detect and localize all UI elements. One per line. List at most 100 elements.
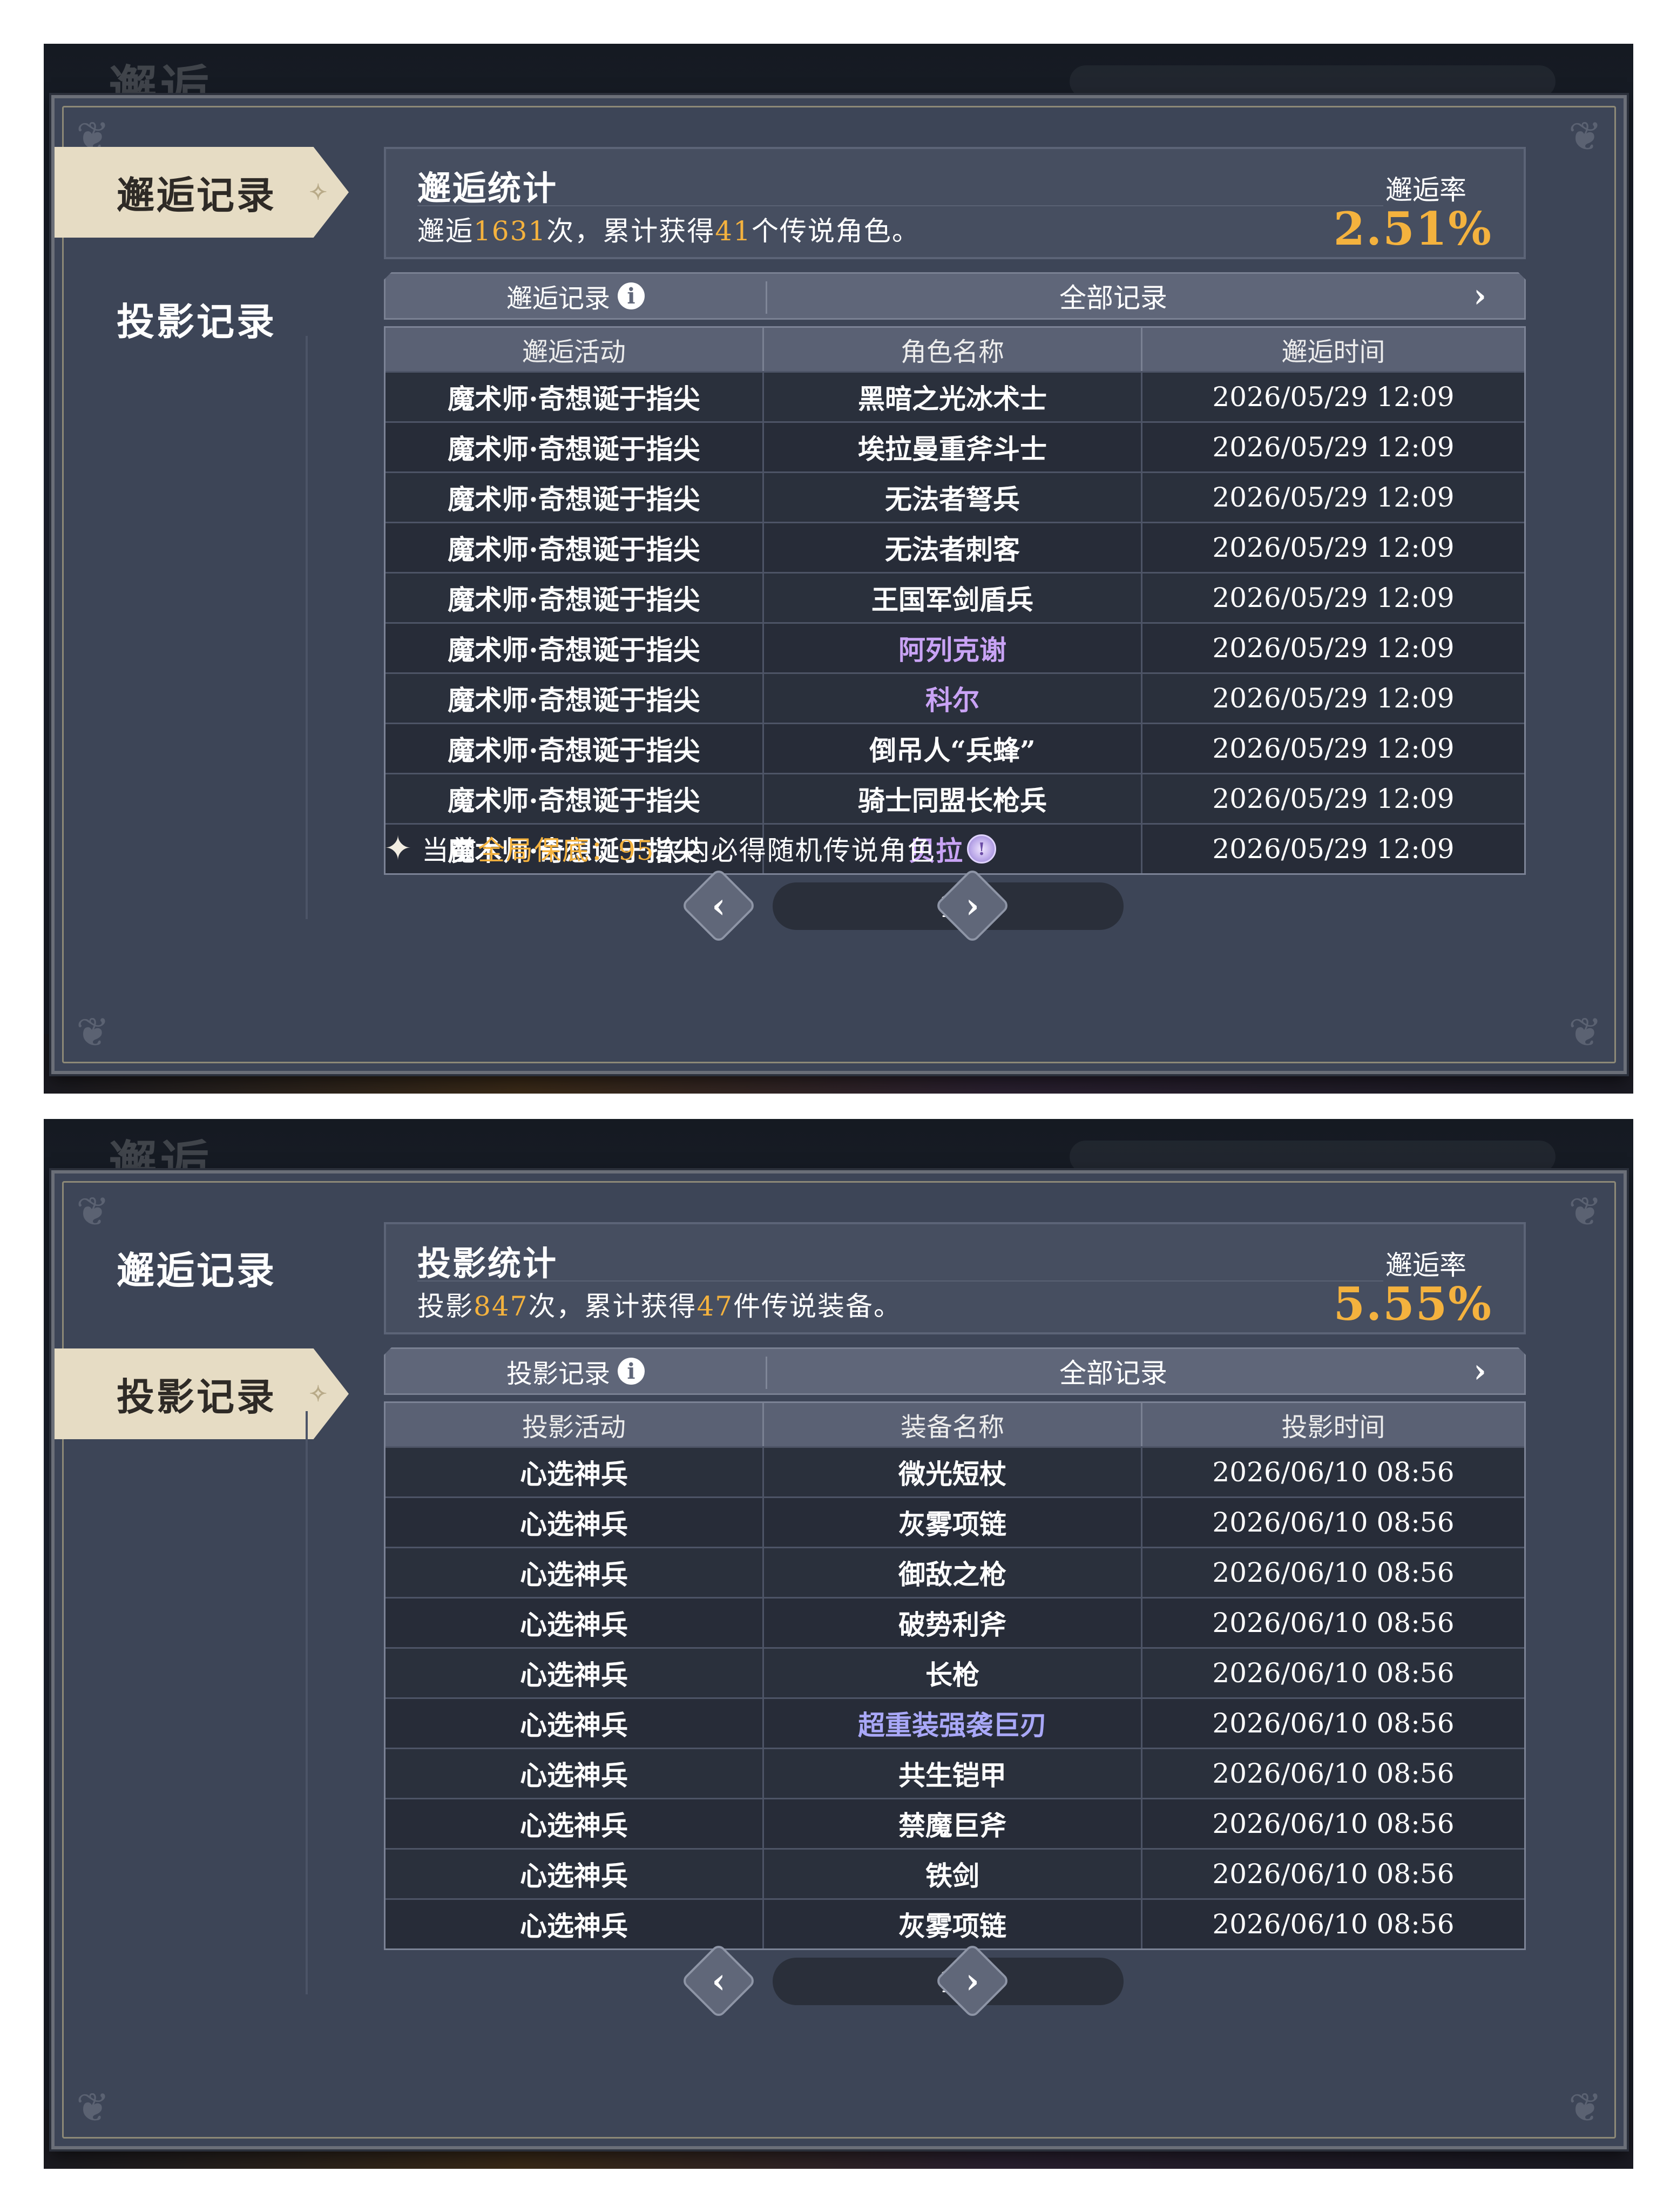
time-cell: 2026/05/29 12:09	[1142, 574, 1524, 622]
time-cell: 2026/06/10 08:56	[1142, 1548, 1524, 1597]
record-filter-bar[interactable]: 邂逅记录 i 全部记录 ›	[384, 272, 1526, 320]
time-cell: 2026/05/29 12:09	[1142, 774, 1524, 823]
column-header: 装备名称	[764, 1403, 1142, 1446]
table-row: 心选神兵 破势利斧 2026/06/10 08:56	[386, 1597, 1524, 1647]
pity-notice: ✦ 当前全局保底：95次内必得随机传说角色	[384, 828, 936, 868]
cell-text: 破势利斧	[898, 1609, 1006, 1641]
activity-cell: 魔术师·奇想诞于指尖	[386, 624, 764, 672]
prev-page-button[interactable]: ‹	[680, 867, 757, 944]
name-cell: 微光短杖	[764, 1448, 1142, 1496]
cell-text: 魔术师·奇想诞于指尖	[448, 433, 700, 465]
activity-cell: 心选神兵	[386, 1649, 764, 1697]
cell-text: 2026/06/10 08:56	[1212, 1557, 1455, 1588]
summary-suffix: 件传说装备。	[733, 1291, 902, 1322]
table-row: 心选神兵 超重装强袭巨刃 2026/06/10 08:56	[386, 1697, 1524, 1748]
activity-cell: 魔术师·奇想诞于指尖	[386, 674, 764, 723]
table-header: 邂逅活动 角色名称 邂逅时间	[386, 328, 1524, 371]
rate-value: 2.51%	[1333, 202, 1492, 255]
table-row: 魔术师·奇想诞于指尖 无法者弩兵 2026/05/29 12:09	[386, 471, 1524, 522]
screenshot-projection: 邂逅 ❦ ❦ ❦ ❦ 邂逅记录 投影记录 ✧ 投影统计 投影847次，累计获得4…	[44, 1119, 1633, 2169]
corner-ornament-icon: ❦	[1568, 113, 1602, 160]
cell-text: 2026/06/10 08:56	[1212, 1908, 1455, 1940]
record-filter-bar[interactable]: 投影记录 i 全部记录 ›	[384, 1347, 1526, 1395]
name-cell: 黑暗之光冰术士	[764, 373, 1142, 421]
tab-encounter-record[interactable]: 邂逅记录 ✧	[55, 147, 349, 238]
cell-text: 骑士同盟长枪兵	[858, 785, 1047, 817]
time-cell: 2026/06/10 08:56	[1142, 1498, 1524, 1547]
table-row: 心选神兵 铁剑 2026/06/10 08:56	[386, 1848, 1524, 1898]
next-page-button[interactable]: ›	[934, 1943, 1011, 2019]
activity-cell: 魔术师·奇想诞于指尖	[386, 423, 764, 471]
chevron-left-icon: ‹	[712, 1960, 726, 2001]
cell-text: 共生铠甲	[898, 1759, 1006, 1791]
table-row: 魔术师·奇想诞于指尖 科尔 2026/05/29 12:09	[386, 672, 1524, 723]
time-cell: 2026/06/10 08:56	[1142, 1448, 1524, 1496]
chevron-right-icon: ›	[965, 1960, 979, 2001]
tab-projection-record[interactable]: 投影记录 ✧	[55, 1348, 349, 1439]
filter-dropdown[interactable]: 全部记录	[767, 1349, 1459, 1393]
time-cell: 2026/06/10 08:56	[1142, 1699, 1524, 1748]
cell-text: 黑暗之光冰术士	[858, 383, 1047, 415]
tab-projection-record[interactable]: 投影记录	[55, 273, 349, 364]
cell-text: 倒吊人“兵蜂”	[869, 734, 1036, 766]
stats-title: 邂逅统计	[417, 168, 558, 208]
name-cell: 倒吊人“兵蜂”	[764, 724, 1142, 773]
activity-cell: 心选神兵	[386, 1448, 764, 1496]
time-cell: 2026/05/29 12:09	[1142, 523, 1524, 572]
cell-text: 超重装强袭巨刃	[858, 1709, 1047, 1741]
time-cell: 2026/06/10 08:56	[1142, 1749, 1524, 1798]
time-cell: 2026/06/10 08:56	[1142, 1900, 1524, 1948]
cell-text: 2026/06/10 08:56	[1212, 1657, 1455, 1689]
chevron-right-icon[interactable]: ›	[1473, 1349, 1486, 1393]
cell-text: 心选神兵	[520, 1508, 628, 1540]
info-icon[interactable]: i	[618, 282, 645, 309]
info-icon[interactable]: i	[618, 1358, 645, 1385]
pagination: ‹ 1 ›	[55, 867, 1624, 944]
summary-mid: 次，累计获得	[546, 215, 715, 247]
cell-text: 2026/05/29 12:09	[1212, 783, 1455, 814]
corner-ornament-icon: ❦	[1568, 1009, 1602, 1056]
cell-text: 魔术师·奇想诞于指尖	[448, 483, 700, 515]
table-row: 心选神兵 灰雾项链 2026/06/10 08:56	[386, 1496, 1524, 1547]
cell-text: 2026/05/29 12:09	[1212, 833, 1455, 865]
cell-text: 魔术师·奇想诞于指尖	[448, 785, 700, 817]
activity-cell: 魔术师·奇想诞于指尖	[386, 724, 764, 773]
cell-text: 2026/06/10 08:56	[1212, 1858, 1455, 1890]
name-cell: 无法者刺客	[764, 523, 1142, 572]
screenshot-encounter: 邂逅 ❦ ❦ ❦ ❦ 邂逅记录 ✧ 投影记录 邂逅统计 邂逅1631次，累计获得…	[44, 44, 1633, 1094]
summary-prefix: 邂逅	[417, 215, 474, 247]
time-cell: 2026/05/29 12:09	[1142, 373, 1524, 421]
cell-text: 2026/05/29 12:09	[1212, 683, 1455, 714]
tab-label: 投影记录	[117, 299, 276, 344]
time-cell: 2026/05/29 12:09	[1142, 825, 1524, 873]
next-page-button[interactable]: ›	[934, 867, 1011, 944]
prev-page-button[interactable]: ‹	[680, 1943, 757, 2019]
activity-cell: 心选神兵	[386, 1599, 764, 1647]
activity-cell: 魔术师·奇想诞于指尖	[386, 574, 764, 622]
cell-text: 心选神兵	[520, 1458, 628, 1490]
pagination: ‹ 1 ›	[55, 1943, 1624, 2019]
tab-encounter-record[interactable]: 邂逅记录	[55, 1222, 349, 1313]
sidebar-divider	[306, 336, 308, 919]
filter-dropdown[interactable]: 全部记录	[767, 274, 1459, 318]
cell-text: 魔术师·奇想诞于指尖	[448, 734, 700, 766]
table-row: 心选神兵 灰雾项链 2026/06/10 08:56	[386, 1898, 1524, 1948]
cell-text: 阿列克谢	[898, 634, 1006, 666]
table-row: 魔术师·奇想诞于指尖 无法者刺客 2026/05/29 12:09	[386, 522, 1524, 572]
time-cell: 2026/05/29 12:09	[1142, 473, 1524, 522]
table-row: 心选神兵 禁魔巨斧 2026/06/10 08:56	[386, 1798, 1524, 1848]
summary-suffix: 个传说角色。	[751, 215, 920, 247]
table-row: 心选神兵 微光短杖 2026/06/10 08:56	[386, 1446, 1524, 1496]
record-type-label: 邂逅记录 i	[386, 274, 766, 318]
cell-text: 2026/05/29 12:09	[1212, 431, 1455, 463]
filter-left-label: 投影记录	[506, 1359, 610, 1389]
time-cell: 2026/06/10 08:56	[1142, 1799, 1524, 1848]
stats-summary: 投影847次，累计获得47件传说装备。	[417, 1285, 902, 1324]
total-count: 847	[474, 1291, 529, 1322]
cell-text: 2026/06/10 08:56	[1212, 1758, 1455, 1789]
chevron-right-icon[interactable]: ›	[1473, 274, 1486, 318]
stats-title: 投影统计	[417, 1244, 558, 1283]
cell-text: 2026/05/29 12:09	[1212, 632, 1455, 664]
record-panel: ❦ ❦ ❦ ❦ 邂逅记录 投影记录 ✧ 投影统计 投影847次，累计获得47件传…	[51, 1170, 1627, 2149]
column-header: 邂逅时间	[1281, 337, 1385, 367]
